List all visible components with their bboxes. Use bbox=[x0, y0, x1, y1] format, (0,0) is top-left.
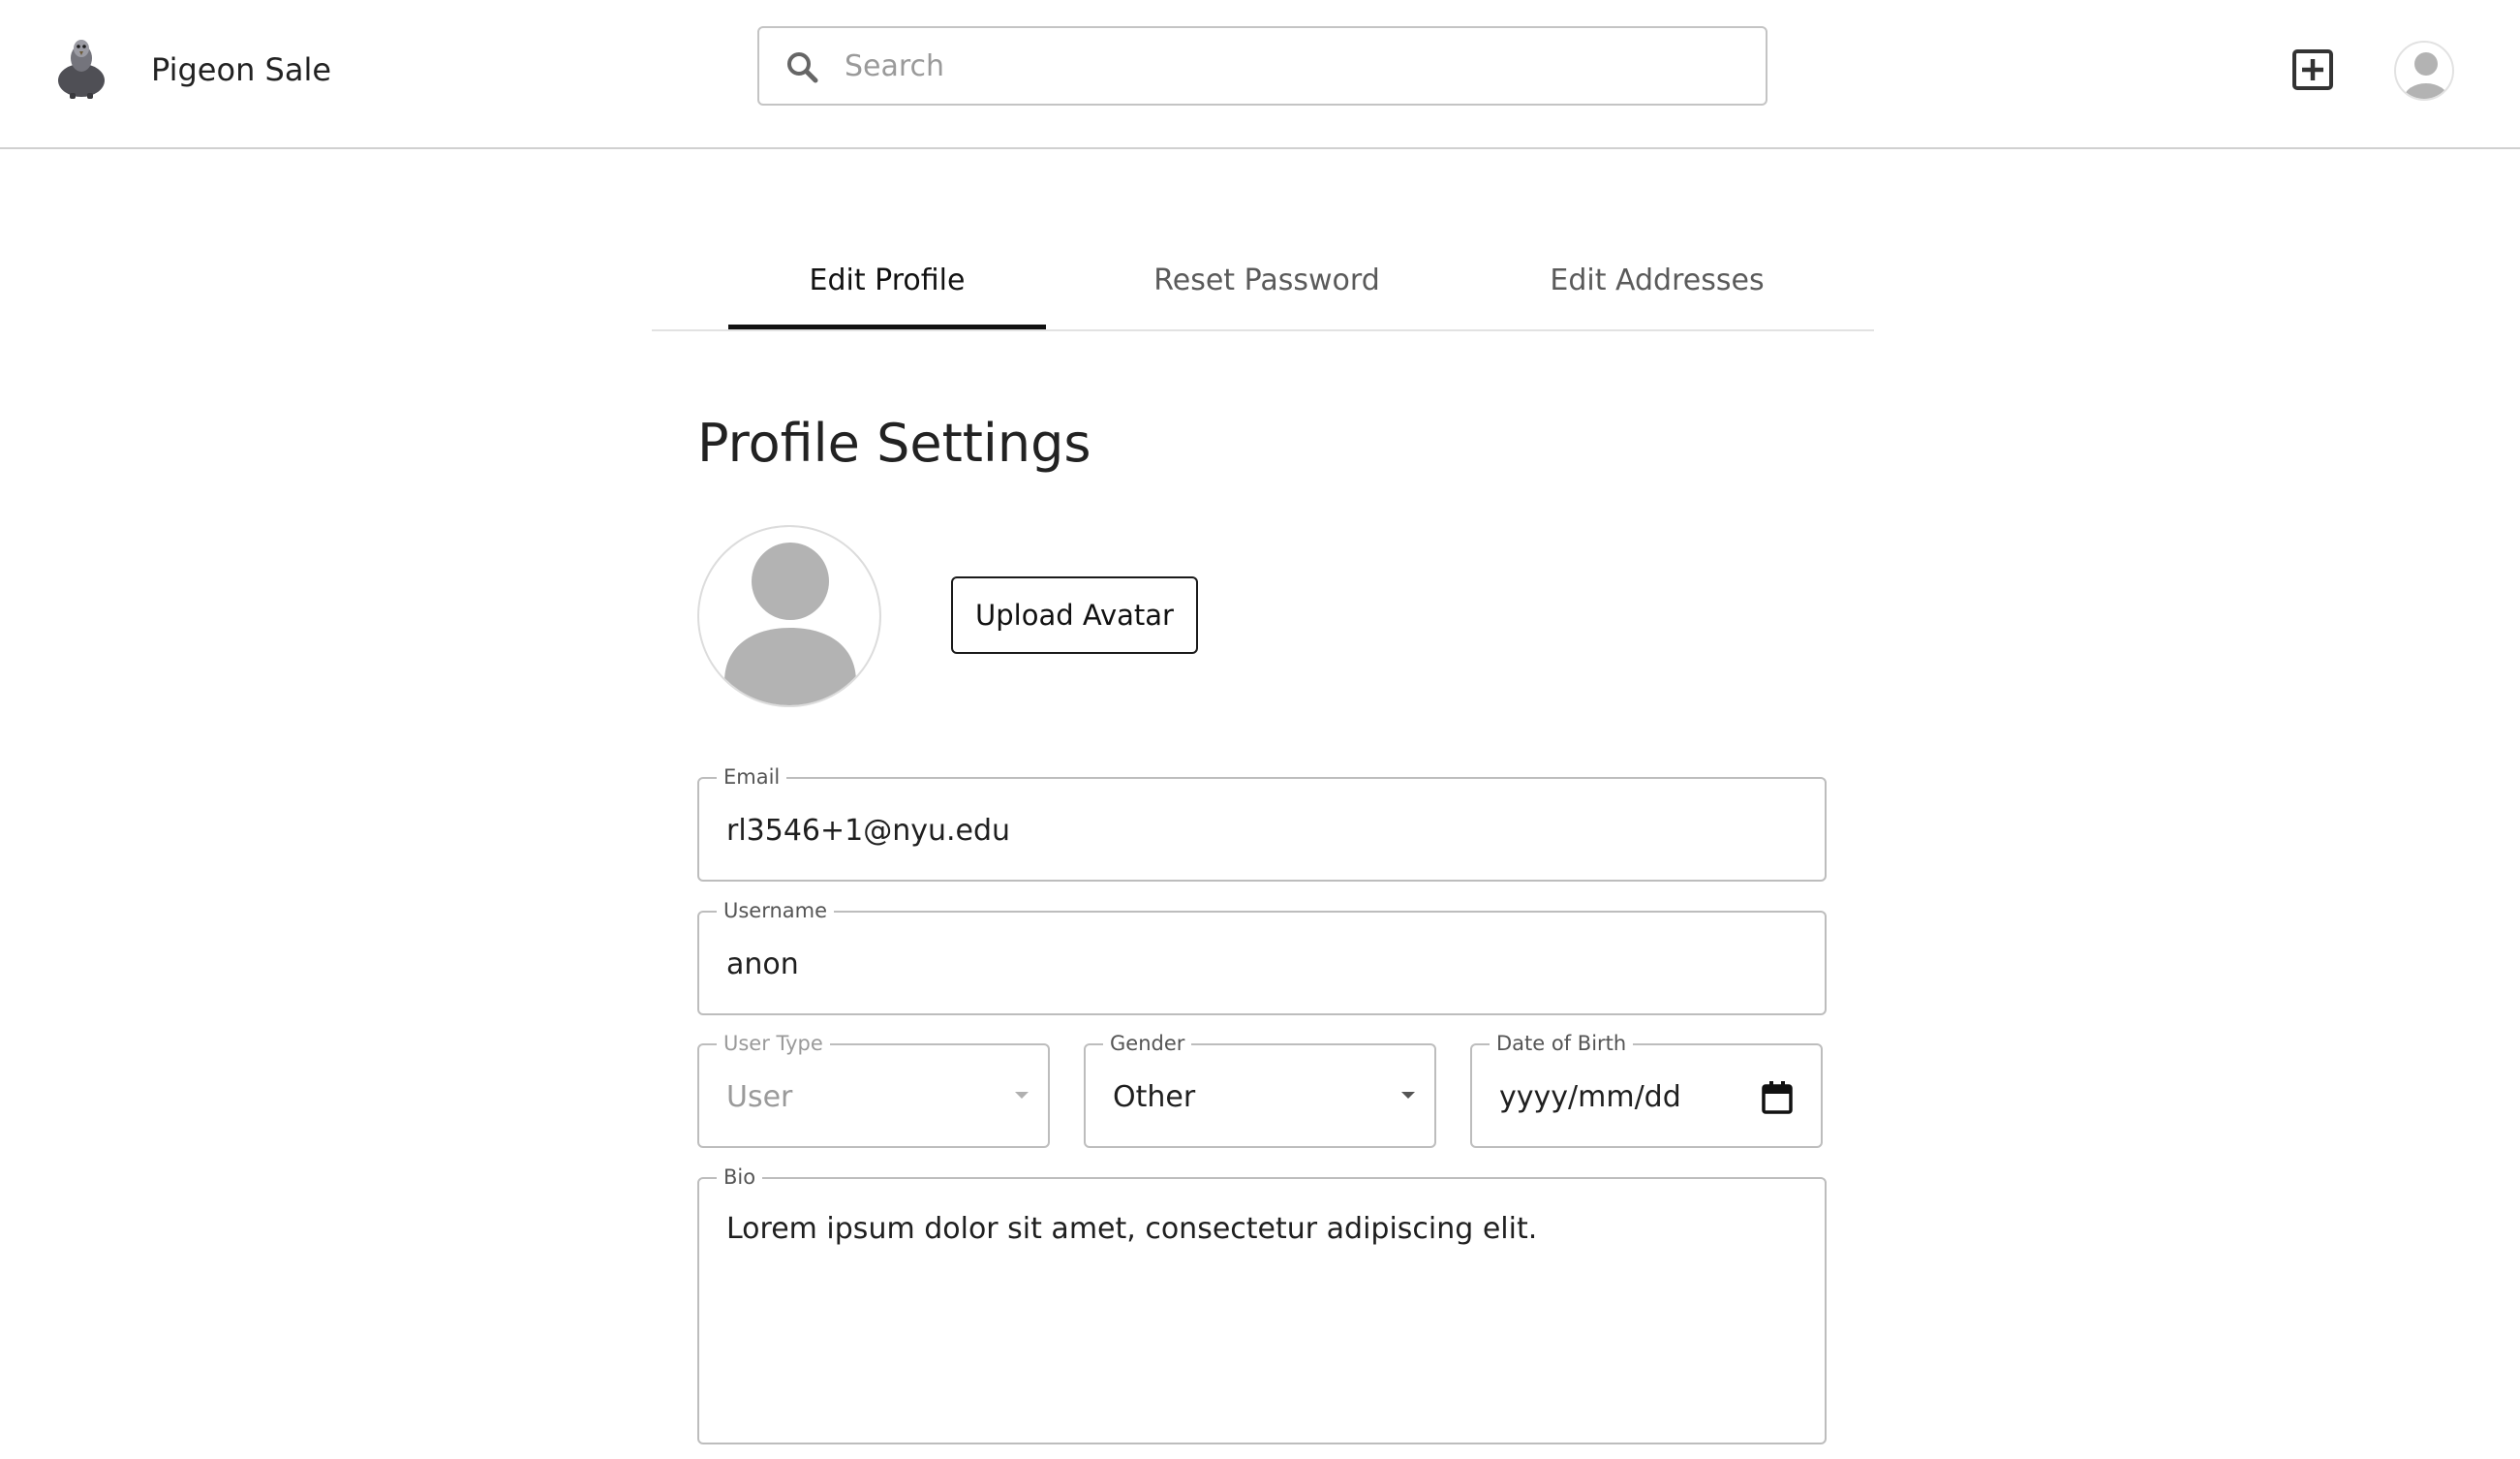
tab-edit-addresses[interactable]: Edit Addresses bbox=[1478, 225, 1836, 329]
user-type-label: User Type bbox=[717, 1030, 830, 1057]
upload-avatar-button[interactable]: Upload Avatar bbox=[951, 576, 1198, 654]
email-field[interactable]: Email rl3546+1@nyu.edu bbox=[697, 763, 1827, 882]
page-title: Profile Settings bbox=[697, 413, 1091, 474]
search-bar[interactable] bbox=[757, 26, 1767, 106]
email-label: Email bbox=[717, 763, 787, 791]
email-value[interactable]: rl3546+1@nyu.edu bbox=[726, 812, 1010, 851]
default-avatar-icon bbox=[697, 525, 881, 707]
date-of-birth-label: Date of Birth bbox=[1490, 1030, 1634, 1057]
gender-label: Gender bbox=[1103, 1030, 1192, 1057]
active-tab-indicator bbox=[728, 325, 1046, 329]
chevron-down-icon[interactable] bbox=[1401, 1092, 1415, 1099]
bio-textarea[interactable]: Bio Lorem ipsum dolor sit amet, consecte… bbox=[697, 1164, 1827, 1444]
tab-edit-profile[interactable]: Edit Profile bbox=[728, 225, 1046, 329]
bio-value[interactable]: Lorem ipsum dolor sit amet, consectetur … bbox=[726, 1210, 1537, 1249]
add-box-icon[interactable] bbox=[2291, 48, 2334, 91]
user-avatar-icon[interactable] bbox=[2394, 41, 2454, 101]
username-label: Username bbox=[717, 897, 835, 924]
user-type-value: User bbox=[726, 1080, 793, 1114]
search-icon bbox=[784, 49, 821, 86]
bio-label: Bio bbox=[717, 1164, 763, 1191]
date-of-birth-value[interactable]: yyyy/mm/dd bbox=[1499, 1078, 1681, 1117]
username-value[interactable]: anon bbox=[726, 946, 799, 984]
date-of-birth-field[interactable]: Date of Birth yyyy/mm/dd bbox=[1470, 1030, 1823, 1148]
brand-name[interactable]: Pigeon Sale bbox=[151, 47, 331, 93]
gender-select[interactable]: Gender Other bbox=[1084, 1030, 1436, 1148]
pigeon-logo-icon[interactable] bbox=[50, 35, 112, 101]
user-type-select: User Type User bbox=[697, 1030, 1050, 1148]
top-app-bar: Pigeon Sale bbox=[0, 0, 2520, 149]
username-field[interactable]: Username anon bbox=[697, 897, 1827, 1015]
search-input[interactable] bbox=[843, 42, 1714, 90]
tab-reset-password[interactable]: Reset Password bbox=[1107, 225, 1427, 329]
profile-tabs: Edit Profile Reset Password Edit Address… bbox=[652, 225, 1874, 331]
calendar-icon[interactable] bbox=[1761, 1080, 1794, 1115]
chevron-down-icon bbox=[1015, 1092, 1029, 1099]
gender-value[interactable]: Other bbox=[1113, 1078, 1195, 1117]
